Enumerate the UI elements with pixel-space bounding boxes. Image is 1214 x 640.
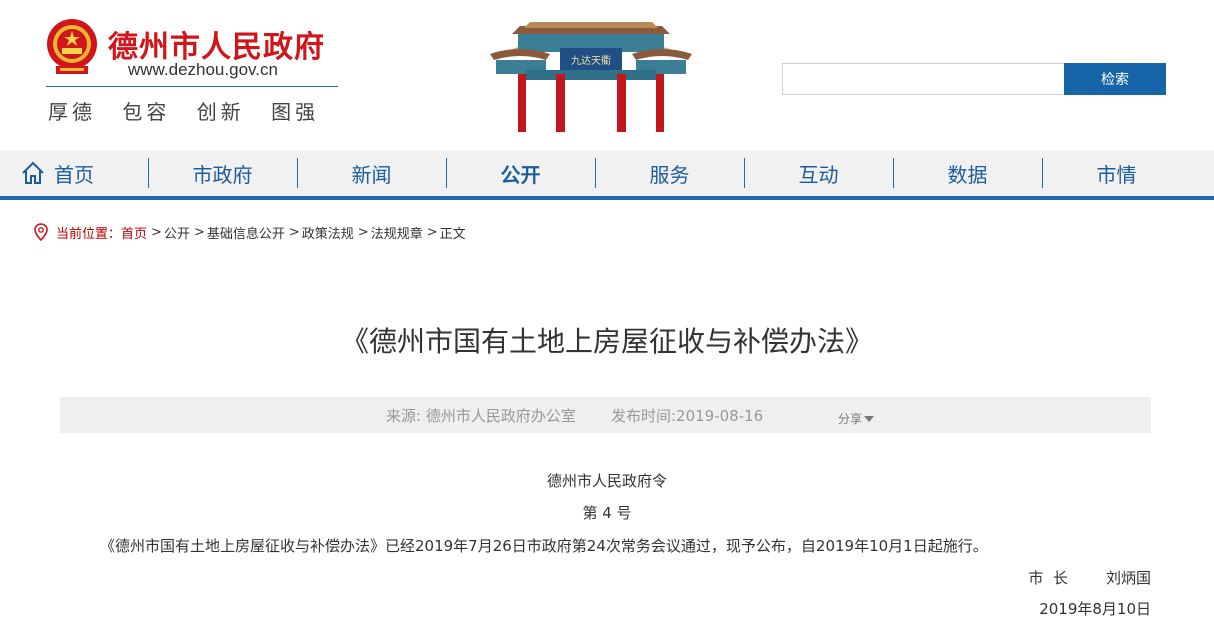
site-motto: 厚德 包容 创新 图强 xyxy=(48,100,320,124)
breadcrumb-separator: > xyxy=(426,224,438,240)
article-body: 《德州市国有土地上房屋征收与补偿办法》已经2019年7月26日市政府第24次常务… xyxy=(100,537,988,555)
nav-item-label: 首页 xyxy=(54,162,94,187)
nav-item-services[interactable]: 服务 xyxy=(595,150,744,196)
nav-item-label: 服务 xyxy=(649,162,690,187)
breadcrumb-item-public[interactable]: 公开 xyxy=(164,223,190,242)
site-url[interactable]: www.dezhou.gov.cn xyxy=(128,60,278,80)
national-emblem-icon xyxy=(47,19,97,74)
memorial-arch-image: 九达天衢 xyxy=(490,22,692,132)
breadcrumb-item-current: 正文 xyxy=(439,226,466,242)
nav-item-home[interactable]: 首页 xyxy=(0,150,148,196)
nav-item-news[interactable]: 新闻 xyxy=(297,150,446,196)
nav-item-label: 新闻 xyxy=(351,162,392,187)
arch-sign-text: 九达天衢 xyxy=(571,55,611,67)
nav-item-label: 互动 xyxy=(798,162,839,187)
breadcrumb-item-home[interactable]: 首页 xyxy=(121,223,147,242)
header-divider xyxy=(46,86,338,87)
breadcrumb-separator: > xyxy=(357,224,369,240)
nav-item-label: 公开 xyxy=(500,162,541,187)
breadcrumb-item-policies[interactable]: 政策法规 xyxy=(302,223,354,242)
nav-item-label: 数据 xyxy=(947,162,988,187)
article-publish-time: 发布时间:2019-08-16 xyxy=(611,407,764,425)
breadcrumb: 当前位置： 首页 > 公开 > 基础信息公开 > 政策法规 > 法规规章 > 正… xyxy=(34,220,466,244)
nav-item-label: 市情 xyxy=(1096,162,1137,187)
nav-item-city-info[interactable]: 市情 xyxy=(1042,150,1191,196)
nav-item-interaction[interactable]: 互动 xyxy=(744,150,893,196)
nav-item-public[interactable]: 公开 xyxy=(446,150,595,196)
breadcrumb-separator: > xyxy=(151,224,162,240)
decree-number: 第 4 号 xyxy=(582,504,632,522)
mayor-signature: 市 长 刘炳国 xyxy=(1028,569,1151,587)
site-header: 德州市人民政府 www.dezhou.gov.cn 厚德 包容 创新 图强 九达… xyxy=(0,0,1214,150)
article-meta-bar: 来源: 德州市人民政府办公室 发布时间:2019-08-16 分享 xyxy=(60,397,1151,433)
nav-item-city-government[interactable]: 市政府 xyxy=(148,150,297,196)
signature-date: 2019年8月10日 xyxy=(1039,600,1151,618)
nav-item-label: 市政府 xyxy=(192,162,253,187)
nav-item-data[interactable]: 数据 xyxy=(893,150,1042,196)
location-pin-icon xyxy=(34,223,48,241)
breadcrumb-prefix: 当前位置： xyxy=(56,226,122,242)
nav-list: 首页 市政府 新闻 公开 服务 互动 数据 市情 xyxy=(0,150,1214,196)
search-input[interactable] xyxy=(782,63,1064,95)
article-source: 来源: 德州市人民政府办公室 xyxy=(386,407,576,425)
search-bar: 检索 xyxy=(782,63,1166,95)
caret-down-icon xyxy=(864,415,875,422)
breadcrumb-item-basic-info[interactable]: 基础信息公开 xyxy=(207,223,285,242)
share-button[interactable]: 分享 xyxy=(838,410,875,427)
share-label: 分享 xyxy=(838,412,863,426)
decree-heading: 德州市人民政府令 xyxy=(546,472,667,490)
article-title: 《德州市国有土地上房屋征收与补偿办法》 xyxy=(340,325,873,358)
main-nav: 首页 市政府 新闻 公开 服务 互动 数据 市情 xyxy=(0,150,1214,200)
home-icon xyxy=(22,161,44,184)
breadcrumb-separator: > xyxy=(288,224,300,240)
search-button[interactable]: 检索 xyxy=(1064,63,1166,95)
breadcrumb-item-regulations[interactable]: 法规规章 xyxy=(371,223,423,242)
breadcrumb-separator: > xyxy=(193,224,205,240)
